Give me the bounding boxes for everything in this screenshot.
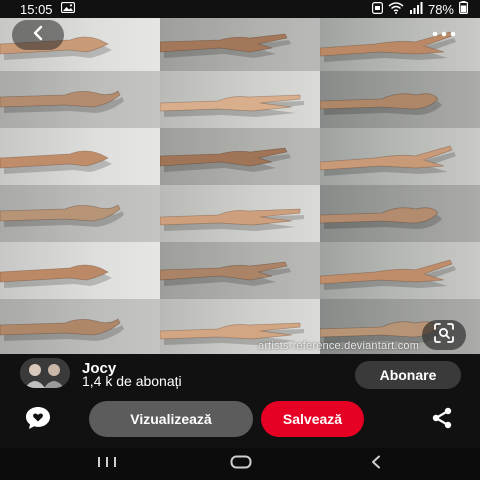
hand-photo-tile: [160, 185, 320, 242]
more-horizontal-icon: [432, 24, 456, 42]
hand-photo-tile: [160, 242, 320, 299]
hand-photo-tile: [320, 242, 480, 299]
creator-row: Jocy 1,4 k de abonați Abonare: [0, 354, 480, 398]
hand-photo-tile: [320, 128, 480, 185]
hand-photo-tile: [0, 299, 160, 354]
hand-photo-tile: [160, 71, 320, 128]
hand-illustration: [160, 208, 304, 231]
hand-illustration: [320, 207, 442, 229]
nav-home-button[interactable]: [211, 452, 271, 476]
hand-illustration: [0, 150, 112, 174]
hand-photo-tile: [320, 71, 480, 128]
hand-illustration: [320, 259, 456, 290]
hand-photo-tile: [320, 185, 480, 242]
nav-back-button[interactable]: [346, 452, 406, 476]
signal-icon: [409, 1, 423, 17]
recents-icon: [96, 455, 118, 473]
hand-photo-tile: [0, 128, 160, 185]
image-watermark: artists-reference.deviantart.com: [258, 340, 420, 352]
battery-percent: 78%: [427, 1, 454, 17]
visual-search-icon: [433, 322, 455, 349]
hand-illustration: [160, 261, 291, 286]
hand-illustration: [0, 264, 112, 288]
more-options-button[interactable]: [430, 24, 458, 42]
visit-button[interactable]: Vizualizează: [89, 401, 253, 437]
hand-photo-tile: [0, 185, 160, 242]
hand-illustration: [0, 318, 124, 341]
screenshot-icon: [371, 1, 383, 17]
battery-icon: [459, 1, 469, 17]
hand-photo-tile: [160, 128, 320, 185]
system-navigation-bar: [0, 448, 480, 480]
back-icon: [369, 455, 383, 474]
hand-photo-tile: [160, 14, 320, 71]
back-button[interactable]: [12, 20, 64, 50]
hand-illustration: [320, 31, 456, 62]
hand-photo-tile: [320, 14, 480, 71]
share-icon: [430, 406, 454, 435]
gallery-notification-icon: [60, 0, 75, 18]
comment-heart-icon: [24, 405, 52, 436]
comment-button[interactable]: [22, 406, 54, 434]
hand-illustration: [0, 90, 124, 113]
hand-photo-tile: [0, 242, 160, 299]
visual-search-button[interactable]: [422, 320, 466, 350]
hand-illustration: [320, 93, 442, 115]
action-bar: Vizualizează Salvează: [0, 398, 480, 442]
avatar[interactable]: [20, 358, 70, 388]
share-button[interactable]: [426, 406, 458, 434]
hand-illustration: [320, 145, 456, 176]
chevron-left-icon: [31, 25, 45, 46]
hand-illustration: [0, 204, 124, 227]
nav-recents-button[interactable]: [77, 452, 137, 476]
follow-button[interactable]: Abonare: [355, 361, 461, 389]
save-button[interactable]: Salvează: [261, 401, 364, 437]
hand-photo-grid: [0, 14, 480, 354]
status-time: 15:05: [20, 1, 53, 17]
hand-photo-tile: [0, 71, 160, 128]
hand-illustration: [160, 33, 291, 58]
pin-image[interactable]: [0, 14, 480, 354]
status-bar: 15:05 78%: [0, 0, 480, 18]
creator-followers: 1,4 k de abonați: [82, 373, 182, 389]
wifi-icon: [388, 1, 404, 17]
hand-illustration: [160, 147, 291, 172]
home-icon: [230, 455, 252, 474]
hand-illustration: [160, 94, 304, 117]
